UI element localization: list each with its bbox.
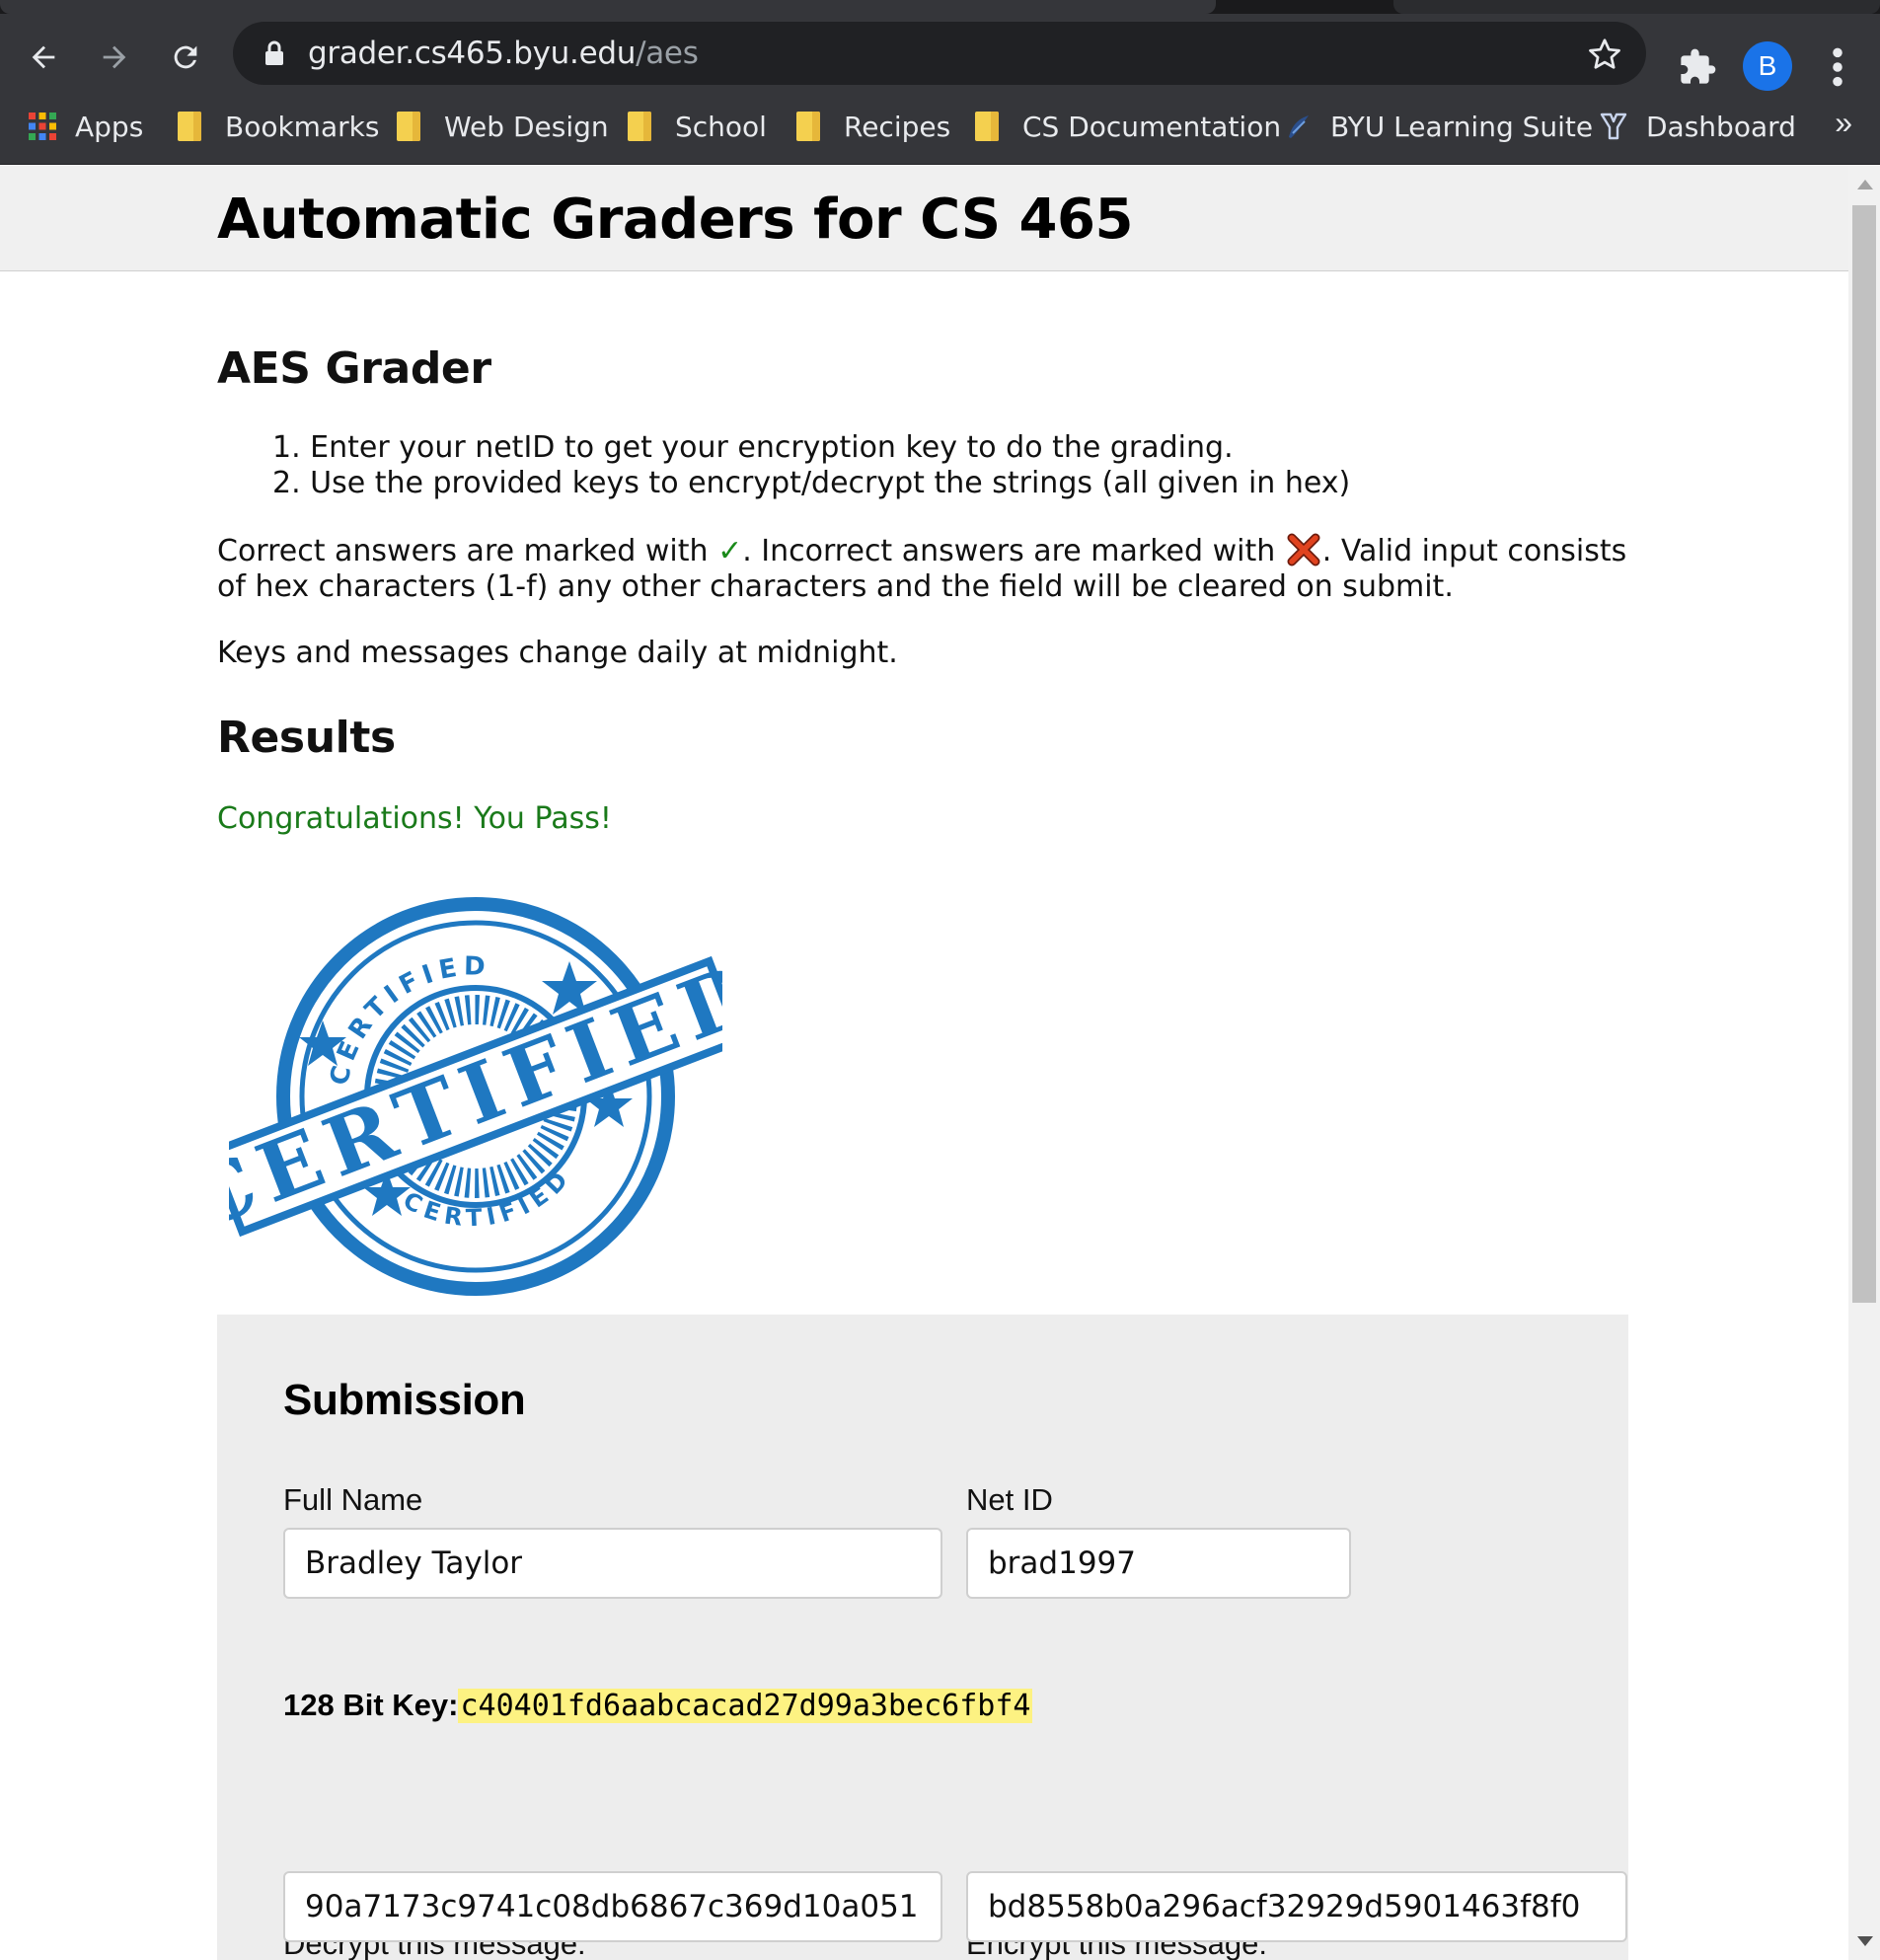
- folder-icon: [628, 112, 657, 141]
- url-text[interactable]: grader.cs465.byu.edu/aes: [308, 36, 699, 71]
- tab-strip: [0, 0, 1880, 14]
- folder-icon: [975, 112, 1005, 141]
- scroll-down-arrow-icon[interactable]: [1857, 1936, 1873, 1946]
- decrypt-answer-input[interactable]: 90a7173c9741c08db6867c369d10a051: [283, 1871, 942, 1942]
- inactive-tab-edge[interactable]: [1393, 0, 1880, 14]
- key-line: 128 Bit Key:c40401fd6aabcacad27d99a3bec6…: [283, 1688, 1033, 1723]
- keys-change-note: Keys and messages change daily at midnig…: [217, 636, 898, 670]
- results-heading: Results: [217, 713, 396, 763]
- marking-explanation: Correct answers are marked with ✓. Incor…: [217, 533, 1628, 605]
- certified-stamp-icon: CERTIFIED CERTIFIED CERTIFIED: [229, 897, 722, 1296]
- address-bar[interactable]: grader.cs465.byu.edu/aes: [233, 22, 1646, 85]
- forward-button[interactable]: [91, 34, 138, 81]
- browser-toolbar: grader.cs465.byu.edu/aes B: [0, 14, 1880, 93]
- learning-suite-icon: [1289, 115, 1309, 138]
- more-bookmarks-button[interactable]: »: [1835, 105, 1852, 141]
- apps-grid-icon: [29, 113, 56, 140]
- submission-panel: Submission Full Name Bradley Taylor Net …: [217, 1315, 1628, 1960]
- pass-message: Congratulations! You Pass!: [217, 801, 612, 836]
- bookmark-label: Apps: [75, 110, 144, 143]
- extensions-puzzle-icon[interactable]: [1678, 47, 1717, 87]
- back-arrow-icon: [32, 45, 55, 69]
- reload-icon: [174, 45, 197, 69]
- incorrect-text: . Incorrect answers are marked with: [742, 534, 1285, 568]
- encrypt-answer-input[interactable]: bd8558b0a296acf32929d5901463f8f0: [966, 1871, 1627, 1942]
- more-menu-icon[interactable]: [1828, 45, 1847, 89]
- scroll-up-arrow-icon[interactable]: [1857, 180, 1873, 189]
- profile-avatar[interactable]: B: [1743, 41, 1792, 91]
- page-title: Automatic Graders for CS 465: [217, 188, 1133, 252]
- bookmark-label: BYU Learning Suite: [1330, 110, 1594, 143]
- bookmark-label: School: [675, 110, 767, 143]
- bookmark-dashboard[interactable]: Dashboard: [1599, 105, 1796, 148]
- bookmark-label: Recipes: [844, 110, 951, 143]
- bookmark-label: Bookmarks: [225, 110, 380, 143]
- bookmark-star-icon[interactable]: [1587, 37, 1622, 72]
- bookmark-folder-web-design[interactable]: Web Design: [397, 105, 609, 148]
- bookmark-folder-cs-documentation[interactable]: CS Documentation: [975, 105, 1281, 148]
- lock-icon[interactable]: [263, 39, 286, 67]
- instruction-step: 1. Enter your netID to get your encrypti…: [272, 430, 1234, 465]
- instruction-step: 2. Use the provided keys to encrypt/decr…: [272, 466, 1351, 500]
- full-name-input[interactable]: Bradley Taylor: [283, 1528, 942, 1599]
- instructions-list: 1. Enter your netID to get your encrypti…: [272, 430, 1350, 501]
- red-x-icon: [1287, 533, 1320, 566]
- bookmarks-bar: Apps Bookmarks Web Design School Recipes…: [0, 93, 1880, 165]
- byu-y-icon: [1600, 113, 1627, 140]
- correct-text: Correct answers are marked with: [217, 534, 718, 568]
- bookmark-folder-school[interactable]: School: [628, 105, 767, 148]
- scrollbar-thumb[interactable]: [1852, 205, 1876, 1303]
- url-host: grader.cs465.byu.edu: [308, 36, 637, 71]
- key-label: 128 Bit Key:: [283, 1688, 459, 1722]
- folder-icon: [796, 112, 826, 141]
- reload-button[interactable]: [162, 34, 209, 81]
- key-value: c40401fd6aabcacad27d99a3bec6fbf4: [458, 1689, 1033, 1723]
- back-button[interactable]: [20, 34, 67, 81]
- active-tab-edge[interactable]: [0, 0, 1216, 14]
- checkmark-icon: ✓: [717, 534, 743, 568]
- browser-chrome: grader.cs465.byu.edu/aes B Apps Bookmark…: [0, 0, 1880, 165]
- forward-arrow-icon: [103, 45, 126, 69]
- bookmark-apps[interactable]: Apps: [28, 105, 143, 148]
- net-id-input[interactable]: brad1997: [966, 1528, 1351, 1599]
- aes-grader-heading: AES Grader: [217, 343, 491, 394]
- bookmark-label: Web Design: [444, 110, 609, 143]
- full-name-label: Full Name: [283, 1482, 423, 1517]
- bookmark-label: CS Documentation: [1022, 110, 1282, 143]
- bookmark-byu-learning-suite[interactable]: BYU Learning Suite: [1283, 105, 1593, 148]
- folder-icon: [397, 112, 426, 141]
- folder-icon: [178, 112, 207, 141]
- bookmark-folder-recipes[interactable]: Recipes: [796, 105, 950, 148]
- site-header: Automatic Graders for CS 465: [0, 166, 1848, 271]
- url-path: /aes: [636, 36, 699, 71]
- page-scrollbar[interactable]: [1848, 166, 1880, 1960]
- bookmark-label: Dashboard: [1646, 110, 1796, 143]
- submission-heading: Submission: [283, 1376, 526, 1424]
- bookmark-folder-bookmarks[interactable]: Bookmarks: [178, 105, 379, 148]
- page-viewport: Automatic Graders for CS 465 AES Grader …: [0, 166, 1848, 1960]
- net-id-label: Net ID: [966, 1482, 1053, 1517]
